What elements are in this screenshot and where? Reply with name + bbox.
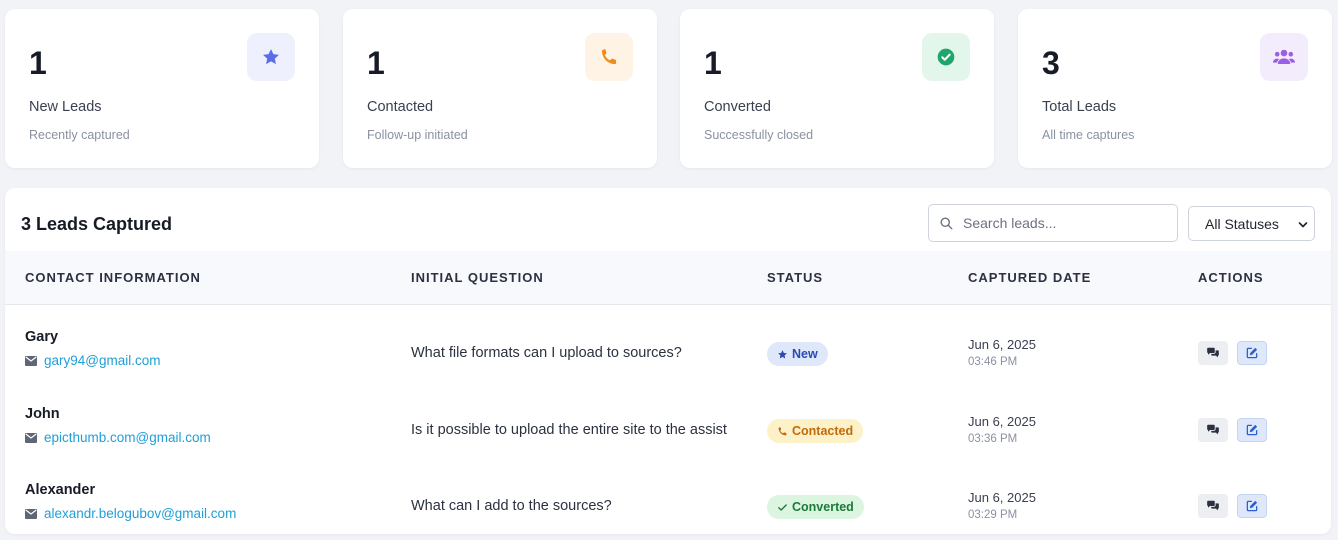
column-header: Contact Information [25, 270, 201, 285]
edit-icon [1246, 424, 1258, 436]
star-icon [778, 349, 787, 358]
chat-icon [1207, 500, 1219, 511]
table-row: John epicthumb.com@gmail.com Is it possi… [5, 392, 1331, 468]
view-conversation-button[interactable] [1198, 494, 1228, 518]
column-header: Captured Date [968, 270, 1092, 285]
users-icon [1260, 33, 1308, 81]
lead-email-text: alexandr.belogubov@gmail.com [44, 506, 237, 521]
stat-title: Contacted [367, 99, 434, 115]
status-badge: Contacted [767, 419, 864, 443]
lead-email[interactable]: epicthumb.com@gmail.com [25, 430, 211, 445]
stat-card-converted: 1 Converted Successfully closed [680, 9, 994, 168]
lead-name: Gary [25, 329, 59, 345]
status-badge-label: Converted [792, 500, 854, 514]
check-icon [778, 503, 787, 511]
captured-date: Jun 6, 2025 [968, 490, 1036, 505]
stat-value: 1 [704, 45, 722, 81]
lead-question: What file formats can I upload to source… [411, 345, 682, 361]
captured-time: 03:36 PM [968, 433, 1018, 445]
leads-title: 3 Leads Captured [21, 214, 173, 234]
stat-value: 1 [29, 45, 47, 81]
mail-icon [25, 355, 37, 366]
edit-lead-button[interactable] [1237, 418, 1267, 442]
mail-icon [25, 432, 37, 443]
stat-title: Total Leads [1042, 99, 1117, 115]
stat-card-total-leads: 3 Total Leads All time captures [1018, 9, 1332, 168]
lead-name: Alexander [25, 482, 96, 498]
edit-icon [1246, 347, 1258, 359]
chat-icon [1207, 424, 1219, 435]
leads-panel: 3 Leads Captured All Statuses Contact In… [5, 188, 1331, 534]
table-header: Contact Information Initial Question Sta… [5, 251, 1331, 305]
stat-title: New Leads [29, 99, 102, 115]
table-row: Gary gary94@gmail.com What file formats … [5, 315, 1331, 391]
status-badge: Converted [767, 495, 864, 519]
mail-icon [25, 508, 37, 519]
status-badge-label: New [792, 347, 818, 361]
captured-time: 03:46 PM [968, 356, 1018, 368]
captured-date: Jun 6, 2025 [968, 337, 1036, 352]
lead-question: Is it possible to upload the entire site… [411, 422, 727, 438]
stat-value: 1 [367, 45, 385, 81]
stat-value: 3 [1042, 45, 1060, 81]
stat-card-contacted: 1 Contacted Follow-up initiated [343, 9, 657, 168]
stat-card-new-leads: 1 New Leads Recently captured [5, 9, 319, 168]
lead-email-text: gary94@gmail.com [44, 353, 161, 368]
search-icon [940, 217, 953, 230]
lead-email[interactable]: alexandr.belogubov@gmail.com [25, 506, 236, 521]
chat-icon [1207, 347, 1219, 358]
captured-time: 03:29 PM [968, 509, 1018, 521]
lead-name: John [25, 406, 60, 422]
captured-date: Jun 6, 2025 [968, 414, 1036, 429]
search-box[interactable] [928, 204, 1178, 242]
stat-subtitle: Recently captured [29, 128, 130, 142]
status-badge: New [767, 342, 828, 366]
star-icon [247, 33, 295, 81]
view-conversation-button[interactable] [1198, 418, 1228, 442]
column-header: Actions [1198, 270, 1264, 285]
stat-subtitle: All time captures [1042, 128, 1135, 142]
phone-icon [778, 426, 787, 435]
stat-title: Converted [704, 99, 771, 115]
stat-subtitle: Follow-up initiated [367, 128, 468, 142]
edit-icon [1246, 500, 1258, 512]
stat-subtitle: Successfully closed [704, 128, 814, 142]
chevron-down-icon [1298, 222, 1308, 228]
lead-email[interactable]: gary94@gmail.com [25, 353, 161, 368]
status-filter-select[interactable]: All Statuses [1188, 206, 1315, 241]
column-header: Initial Question [411, 270, 544, 285]
edit-lead-button[interactable] [1237, 341, 1267, 365]
stats-row: 1 New Leads Recently captured 1 Contacte… [5, 9, 1332, 168]
edit-lead-button[interactable] [1237, 494, 1267, 518]
check-circle-icon [922, 33, 970, 81]
status-badge-label: Contacted [792, 424, 854, 438]
table-row: Alexander alexandr.belogubov@gmail.com W… [5, 468, 1331, 534]
phone-icon [585, 33, 633, 81]
view-conversation-button[interactable] [1198, 341, 1228, 365]
status-filter-value: All Statuses [1205, 216, 1279, 232]
search-input[interactable] [963, 205, 1173, 241]
column-header: Status [767, 270, 824, 285]
lead-question: What can I add to the sources? [411, 498, 612, 514]
lead-email-text: epicthumb.com@gmail.com [44, 430, 211, 445]
